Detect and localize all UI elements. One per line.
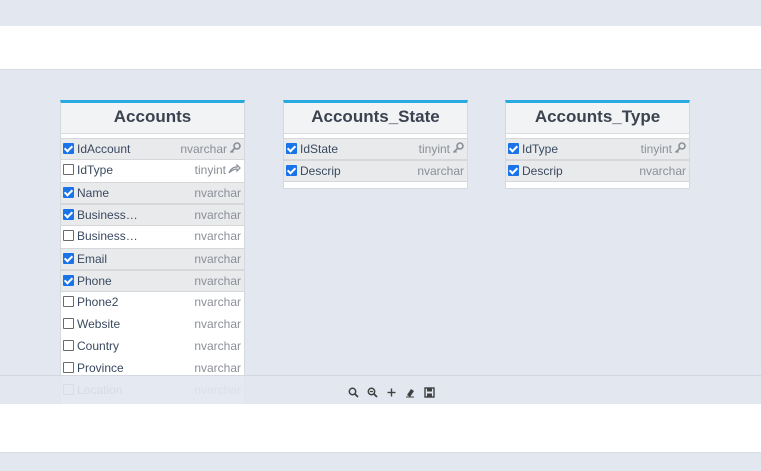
- field-type: nvarchar: [417, 164, 464, 178]
- field-row[interactable]: Website nvarchar: [61, 314, 244, 336]
- field-row[interactable]: Country nvarchar: [61, 336, 244, 358]
- field-checkbox[interactable]: [63, 296, 74, 307]
- field-type-label: nvarchar: [194, 317, 241, 331]
- field-type: nvarchar: [194, 317, 241, 331]
- field-type-label: tinyint: [418, 142, 450, 156]
- table-accounts-type[interactable]: Accounts_Type IdType tinyint Descrip nvarch…: [505, 100, 690, 189]
- field-type-label: nvarchar: [194, 208, 241, 222]
- field-checkbox[interactable]: [63, 143, 74, 154]
- table-title[interactable]: Accounts_Type: [506, 103, 689, 134]
- field-name: Name: [77, 186, 110, 200]
- field-checkbox[interactable]: [63, 340, 74, 351]
- field-name: IdAccount: [77, 142, 131, 156]
- field-row[interactable]: Name nvarchar: [61, 182, 244, 204]
- field-type: nvarchar: [194, 186, 241, 200]
- field-name: Province: [77, 361, 124, 375]
- field-name: IdState: [300, 142, 339, 156]
- field-list: IdType tinyint Descrip nvarchar: [506, 134, 689, 182]
- field-type: nvarchar: [639, 164, 686, 178]
- field-row[interactable]: IdType tinyint: [506, 138, 689, 160]
- field-name: Descrip: [300, 164, 341, 178]
- zoom-out-icon[interactable]: [367, 385, 378, 398]
- field-list: IdState tinyint Descrip nvarchar: [284, 134, 467, 182]
- field-checkbox[interactable]: [63, 318, 74, 329]
- field-type: nvarchar: [194, 252, 241, 266]
- field-row[interactable]: IdAccount nvarchar: [61, 138, 244, 160]
- table-accounts-state[interactable]: Accounts_State IdState tinyint Descrip nvar…: [283, 100, 468, 189]
- field-name: Phone: [77, 274, 112, 288]
- field-type: tinyint: [195, 163, 241, 178]
- field-row[interactable]: Email nvarchar: [61, 248, 244, 270]
- diagram-canvas[interactable]: Accounts IdAccount nvarchar IdType tinyint N…: [0, 70, 761, 404]
- field-type-label: nvarchar: [194, 361, 241, 375]
- field-name: Descrip: [522, 164, 563, 178]
- field-checkbox[interactable]: [286, 143, 297, 154]
- field-checkbox[interactable]: [286, 165, 297, 176]
- field-row[interactable]: Phone nvarchar: [61, 270, 244, 292]
- field-type-label: nvarchar: [194, 252, 241, 266]
- field-type: nvarchar: [180, 142, 241, 157]
- field-type-label: nvarchar: [180, 142, 227, 156]
- zoom-in-icon[interactable]: [348, 385, 359, 398]
- field-type-label: nvarchar: [417, 164, 464, 178]
- field-list: IdAccount nvarchar IdType tinyint Name nvarch…: [61, 134, 244, 404]
- field-type: nvarchar: [194, 361, 241, 375]
- field-checkbox[interactable]: [508, 143, 519, 154]
- toolbar-tools: [348, 382, 435, 398]
- field-checkbox[interactable]: [63, 164, 74, 175]
- field-type: tinyint: [641, 142, 686, 157]
- key-icon: [229, 142, 241, 157]
- plus-icon[interactable]: [386, 385, 397, 396]
- field-type-label: nvarchar: [194, 274, 241, 288]
- field-checkbox[interactable]: [63, 187, 74, 198]
- field-row[interactable]: IdType tinyint: [61, 160, 244, 182]
- field-type-label: nvarchar: [194, 339, 241, 353]
- field-type-label: nvarchar: [194, 295, 241, 309]
- field-type-label: nvarchar: [194, 186, 241, 200]
- field-type: nvarchar: [194, 208, 241, 222]
- link-icon: [228, 163, 241, 178]
- field-name: Website: [77, 317, 121, 331]
- field-row[interactable]: Business… nvarchar: [61, 226, 244, 248]
- field-row[interactable]: Phone2 nvarchar: [61, 292, 244, 314]
- field-name: Country: [77, 339, 120, 353]
- field-type: nvarchar: [194, 295, 241, 309]
- field-row[interactable]: Descrip nvarchar: [506, 160, 689, 182]
- diagram-toolbar: [0, 375, 761, 405]
- field-checkbox[interactable]: [63, 230, 74, 241]
- table-title[interactable]: Accounts_State: [284, 103, 467, 134]
- field-type-label: tinyint: [640, 142, 672, 156]
- field-name: Business…: [77, 229, 138, 243]
- key-icon: [674, 142, 686, 157]
- field-type: nvarchar: [194, 339, 241, 353]
- field-name: IdType: [77, 163, 114, 177]
- field-type-label: nvarchar: [194, 229, 241, 243]
- field-name: Email: [77, 252, 108, 266]
- field-checkbox[interactable]: [63, 253, 74, 264]
- top-panel: [0, 26, 761, 70]
- save-icon[interactable]: [424, 385, 435, 398]
- field-name: Business…: [77, 208, 138, 222]
- eraser-icon[interactable]: [405, 385, 416, 397]
- field-checkbox[interactable]: [63, 209, 74, 220]
- field-row[interactable]: Business… nvarchar: [61, 204, 244, 226]
- field-row[interactable]: Descrip nvarchar: [284, 160, 467, 182]
- field-name: IdType: [522, 142, 559, 156]
- table-title[interactable]: Accounts: [61, 103, 244, 134]
- field-type: nvarchar: [194, 229, 241, 243]
- table-accounts[interactable]: Accounts IdAccount nvarchar IdType tinyint N…: [60, 100, 245, 404]
- bottom-panel: [0, 404, 761, 453]
- field-name: Phone2: [77, 295, 119, 309]
- field-checkbox[interactable]: [63, 362, 74, 373]
- field-type-label: nvarchar: [639, 164, 686, 178]
- field-checkbox[interactable]: [63, 275, 74, 286]
- field-checkbox[interactable]: [508, 165, 519, 176]
- field-type-label: tinyint: [194, 163, 226, 177]
- field-type: nvarchar: [194, 274, 241, 288]
- field-type: tinyint: [419, 142, 464, 157]
- field-row[interactable]: IdState tinyint: [284, 138, 467, 160]
- key-icon: [452, 142, 464, 157]
